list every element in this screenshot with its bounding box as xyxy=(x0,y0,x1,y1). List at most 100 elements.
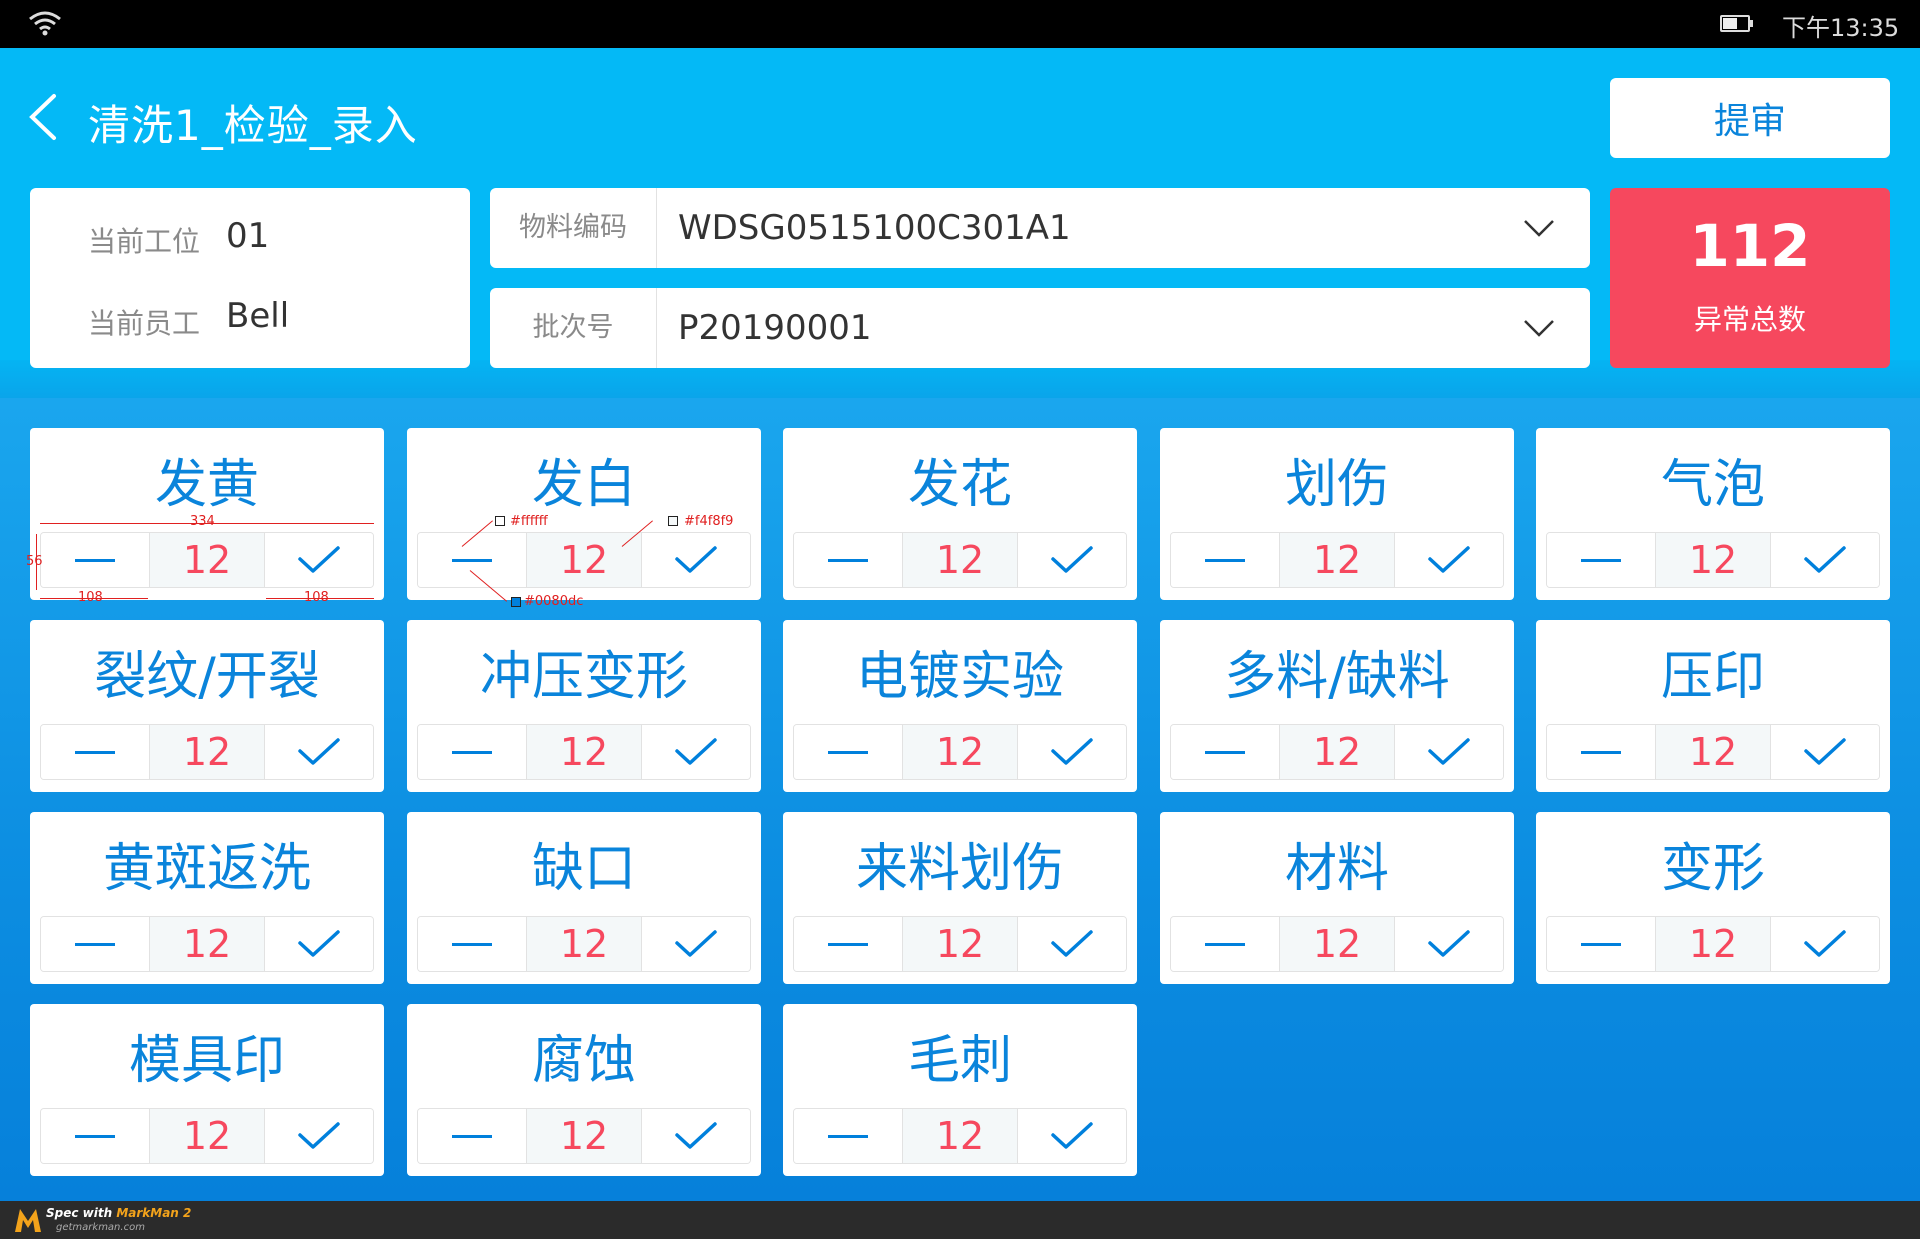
defect-count[interactable]: 12 xyxy=(902,533,1018,587)
defect-count[interactable]: 12 xyxy=(526,533,642,587)
check-icon xyxy=(1428,930,1470,957)
check-icon xyxy=(1051,546,1093,573)
check-icon xyxy=(298,930,340,957)
defect-count[interactable]: 12 xyxy=(1655,917,1771,971)
defect-name: 黄斑返洗 xyxy=(102,839,311,899)
defect-count[interactable]: 12 xyxy=(526,917,642,971)
defect-stepper: 12 xyxy=(40,724,374,780)
minus-icon xyxy=(1581,751,1621,754)
decrement-button[interactable] xyxy=(794,917,902,971)
total-exceptions-label: 异常总数 xyxy=(1693,303,1806,336)
confirm-button[interactable] xyxy=(265,533,373,587)
page-title: 清洗1_检验_录入 xyxy=(88,101,418,150)
check-icon xyxy=(1051,1122,1093,1149)
defect-count[interactable]: 12 xyxy=(902,917,1018,971)
confirm-button[interactable] xyxy=(1018,1109,1126,1163)
defect-count[interactable]: 12 xyxy=(526,1109,642,1163)
confirm-button[interactable] xyxy=(1395,917,1503,971)
material-code-select[interactable]: 物料编码 WDSG0515100C301A1 xyxy=(490,188,1590,268)
defect-name: 多料/缺料 xyxy=(1224,647,1450,707)
decrement-button[interactable] xyxy=(418,1109,526,1163)
defect-count[interactable]: 12 xyxy=(1279,725,1395,779)
defect-card: 模具印 12 xyxy=(30,1004,384,1176)
defect-count[interactable]: 12 xyxy=(1655,725,1771,779)
footer: Spec with MarkMan 2 getmarkman.com xyxy=(0,1201,1920,1239)
defect-name: 气泡 xyxy=(1660,455,1765,515)
defect-count[interactable]: 12 xyxy=(902,725,1018,779)
decrement-button[interactable] xyxy=(41,917,149,971)
defect-count[interactable]: 12 xyxy=(526,725,642,779)
check-icon xyxy=(1051,738,1093,765)
defect-count[interactable]: 12 xyxy=(149,1109,265,1163)
batch-number-select[interactable]: 批次号 P20190001 xyxy=(490,288,1590,368)
confirm-button[interactable] xyxy=(1018,533,1126,587)
batch-number-label: 批次号 xyxy=(490,288,657,368)
confirm-button[interactable] xyxy=(1395,725,1503,779)
minus-icon xyxy=(75,751,115,754)
defect-count[interactable]: 12 xyxy=(1279,917,1395,971)
defect-stepper: 12 xyxy=(417,1108,751,1164)
defect-count[interactable]: 12 xyxy=(149,533,265,587)
defect-name: 腐蚀 xyxy=(531,1031,636,1091)
decrement-button[interactable] xyxy=(41,725,149,779)
defect-count[interactable]: 12 xyxy=(1655,533,1771,587)
decrement-button[interactable] xyxy=(41,1109,149,1163)
confirm-button[interactable] xyxy=(265,1109,373,1163)
decrement-button[interactable] xyxy=(794,725,902,779)
decrement-button[interactable] xyxy=(1171,917,1279,971)
confirm-button[interactable] xyxy=(642,533,750,587)
decrement-button[interactable] xyxy=(794,1109,902,1163)
chevron-down-icon[interactable] xyxy=(1522,316,1556,340)
decrement-button[interactable] xyxy=(794,533,902,587)
defect-count[interactable]: 12 xyxy=(149,917,265,971)
minus-icon xyxy=(452,559,492,562)
defect-stepper: 12 xyxy=(40,532,374,588)
defect-stepper: 12 xyxy=(793,1108,1127,1164)
submit-review-button[interactable]: 提审 xyxy=(1610,78,1890,158)
decrement-button[interactable] xyxy=(418,533,526,587)
defect-count[interactable]: 12 xyxy=(902,1109,1018,1163)
defect-name: 变形 xyxy=(1660,839,1765,899)
decrement-button[interactable] xyxy=(1547,917,1655,971)
confirm-button[interactable] xyxy=(1771,917,1879,971)
confirm-button[interactable] xyxy=(1018,917,1126,971)
check-icon xyxy=(1428,546,1470,573)
confirm-button[interactable] xyxy=(642,725,750,779)
chevron-left-icon[interactable] xyxy=(26,92,60,142)
confirm-button[interactable] xyxy=(1395,533,1503,587)
confirm-button[interactable] xyxy=(642,917,750,971)
decrement-button[interactable] xyxy=(41,533,149,587)
defect-stepper: 12 xyxy=(1170,532,1504,588)
confirm-button[interactable] xyxy=(265,917,373,971)
anno-height: 56 xyxy=(26,554,43,569)
minus-icon xyxy=(75,1135,115,1138)
defect-count[interactable]: 12 xyxy=(1279,533,1395,587)
confirm-button[interactable] xyxy=(1018,725,1126,779)
defect-name: 模具印 xyxy=(128,1031,285,1091)
anno-right-width: 108 xyxy=(304,590,329,605)
decrement-button[interactable] xyxy=(418,725,526,779)
decrement-button[interactable] xyxy=(1547,533,1655,587)
confirm-button[interactable] xyxy=(265,725,373,779)
anno-color-white: #ffffff xyxy=(510,514,548,529)
decrement-button[interactable] xyxy=(1171,725,1279,779)
footer-url: getmarkman.com xyxy=(56,1222,145,1233)
chevron-down-icon[interactable] xyxy=(1522,216,1556,240)
decrement-button[interactable] xyxy=(1171,533,1279,587)
defect-card: 黄斑返洗 12 xyxy=(30,812,384,984)
defect-count[interactable]: 12 xyxy=(149,725,265,779)
defect-stepper: 12 xyxy=(793,724,1127,780)
defect-card: 压印 12 xyxy=(1536,620,1890,792)
anno-color-gray: #f4f8f9 xyxy=(684,514,734,529)
defect-card: 气泡 12 xyxy=(1536,428,1890,600)
minus-icon xyxy=(452,751,492,754)
staff-label: 当前员工 xyxy=(88,307,201,340)
decrement-button[interactable] xyxy=(1547,725,1655,779)
decrement-button[interactable] xyxy=(418,917,526,971)
defect-stepper: 12 xyxy=(793,916,1127,972)
defect-stepper: 12 xyxy=(1546,532,1880,588)
confirm-button[interactable] xyxy=(1771,533,1879,587)
confirm-button[interactable] xyxy=(1771,725,1879,779)
confirm-button[interactable] xyxy=(642,1109,750,1163)
defect-name: 毛刺 xyxy=(907,1031,1012,1091)
